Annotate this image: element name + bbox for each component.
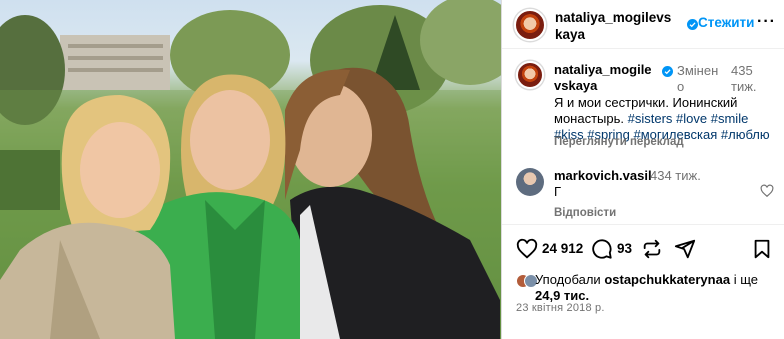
like-count[interactable]: 24 912 <box>542 241 583 256</box>
author-username[interactable]: nataliya_mogilevskaya <box>555 9 673 43</box>
caption-time[interactable]: 435 тиж. <box>731 63 781 95</box>
follow-button[interactable]: Стежити <box>698 15 754 30</box>
likes-count[interactable]: 24,9 тис. <box>535 288 589 303</box>
bookmark-icon[interactable] <box>751 238 773 260</box>
hashtag[interactable]: #smile <box>711 111 749 126</box>
action-bar: 24 912 93 <box>502 224 784 272</box>
post-sidebar: nataliya_mogilevskaya Стежити ··· natali… <box>501 0 784 339</box>
likes-text: Уподобали ostapchukkaterynaa і ще 24,9 т… <box>535 272 775 304</box>
comment-count[interactable]: 93 <box>617 241 632 256</box>
repost-icon[interactable] <box>641 238 663 260</box>
verified-badge-icon <box>687 19 698 30</box>
comment-text: Г <box>554 184 562 199</box>
post-header: nataliya_mogilevskaya Стежити ··· <box>502 0 784 49</box>
commenter-username[interactable]: markovich.vasil <box>554 168 652 183</box>
post-date[interactable]: 23 квітня 2018 р. <box>516 302 605 314</box>
hashtag[interactable]: #люблю <box>721 127 770 142</box>
more-options-icon[interactable]: ··· <box>757 13 776 31</box>
reply-button[interactable]: Відповісти <box>554 207 616 219</box>
see-translation-link[interactable]: Переглянути переклад <box>554 136 684 148</box>
author-avatar[interactable] <box>514 9 546 41</box>
comment-time[interactable]: 434 тиж. <box>650 168 701 183</box>
verified-badge-icon <box>662 66 673 77</box>
hashtag[interactable]: #love <box>676 111 707 126</box>
edited-label: Змінено <box>677 63 719 94</box>
heart-icon[interactable] <box>516 238 538 260</box>
photo-illustration <box>0 0 501 339</box>
hashtag[interactable]: #sisters <box>628 111 673 126</box>
comment-bubble-icon[interactable] <box>591 238 613 260</box>
caption-username[interactable]: nataliya_mogilevskaya <box>554 62 654 94</box>
share-send-icon[interactable] <box>674 238 696 260</box>
likes-prefix: Уподобали <box>535 272 601 287</box>
likes-middle: і ще <box>733 272 758 287</box>
post-photo[interactable] <box>0 0 501 339</box>
caption-avatar[interactable] <box>516 61 544 89</box>
comment-like-heart-icon[interactable] <box>760 184 774 198</box>
liker-username[interactable]: ostapchukkaterynaa <box>604 272 730 287</box>
commenter-avatar[interactable] <box>516 168 544 196</box>
